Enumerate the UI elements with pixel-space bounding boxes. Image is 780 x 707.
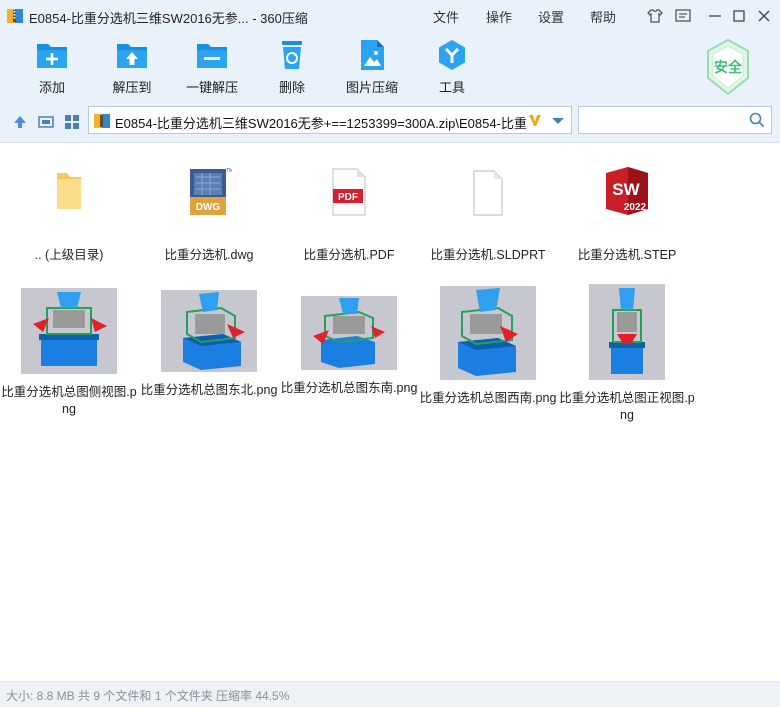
delete-icon — [282, 41, 302, 69]
image-thumbnail — [440, 286, 536, 380]
add-archive-icon — [37, 44, 67, 68]
search-input[interactable] — [583, 111, 745, 131]
image-compress-label: 图片压缩 — [345, 80, 398, 95]
file-item-sldprt[interactable]: 比重分选机.SLDPRT — [418, 165, 558, 264]
menu-file[interactable]: 文件 — [433, 7, 459, 26]
tools-icon — [439, 40, 465, 70]
machine-side-view-icon — [33, 292, 107, 366]
address-bar: E0854-比重分选机三维SW2016无参+==1253399=300A.zip… — [0, 100, 780, 143]
close-button[interactable] — [754, 6, 774, 26]
sw-icon-text: SW — [612, 180, 640, 199]
image-thumbnail — [301, 296, 397, 370]
toolbar: 添加 解压到 一键解压 删除 图片压缩 工具 安全 — [0, 32, 780, 100]
extract-to-icon — [117, 44, 147, 68]
verified-check-icon — [529, 115, 541, 126]
add-button[interactable]: 添加 — [12, 38, 92, 98]
security-badge[interactable]: 安全 — [704, 38, 752, 96]
menu-operation[interactable]: 操作 — [486, 7, 512, 26]
minimize-button[interactable] — [705, 6, 725, 26]
tshirt-icon — [647, 9, 663, 23]
path-field[interactable]: E0854-比重分选机三维SW2016无参+==1253399=300A.zip… — [88, 106, 572, 134]
solidworks-file-icon: SW 2022 — [606, 167, 648, 215]
file-name: 比重分选机.SLDPRT — [430, 248, 546, 262]
menu-settings[interactable]: 设置 — [538, 7, 564, 26]
file-item-parent[interactable]: .. (上级目录) — [0, 165, 139, 264]
path-text[interactable]: E0854-比重分选机三维SW2016无参+==1253399=300A.zip… — [115, 113, 527, 131]
folder-icon — [57, 173, 81, 209]
machine-southeast-icon — [313, 298, 385, 368]
search-icon[interactable] — [749, 112, 765, 128]
file-item-pdf[interactable]: PDF 比重分选机.PDF — [279, 165, 419, 264]
tools-label: 工具 — [438, 80, 465, 95]
file-name: 比重分选机总图东北.png — [140, 383, 278, 397]
file-item-png[interactable]: 比重分选机总图东北.png — [139, 290, 279, 399]
zip-icon — [94, 114, 110, 128]
up-arrow-icon[interactable] — [12, 114, 28, 130]
status-text: 大小: 8.8 MB 共 9 个文件和 1 个文件夹 压缩率 44.5% — [6, 689, 290, 703]
search-field[interactable] — [578, 106, 772, 134]
image-compress-icon — [361, 40, 384, 70]
maximize-button[interactable] — [729, 6, 749, 26]
sw-year-text: 2022 — [624, 202, 647, 213]
file-item-step[interactable]: SW 2022 比重分选机.STEP — [557, 165, 697, 264]
file-item-png[interactable]: 比重分选机总图西南.png — [418, 286, 558, 407]
image-thumbnail — [589, 284, 665, 380]
dwg-icon-text: DWG — [196, 202, 221, 213]
file-name: 比重分选机总图侧视图.png — [1, 385, 137, 416]
one-click-extract-icon — [197, 44, 227, 68]
file-item-png[interactable]: 比重分选机总图侧视图.png — [0, 288, 139, 418]
extract-to-button[interactable]: 解压到 — [92, 38, 172, 98]
feedback-button[interactable] — [673, 6, 693, 26]
one-click-extract-button[interactable]: 一键解压 — [172, 38, 252, 98]
file-name: 比重分选机.dwg — [164, 248, 254, 262]
pdf-icon-text: PDF — [338, 192, 358, 203]
one-click-extract-label: 一键解压 — [185, 80, 238, 95]
file-item-png[interactable]: 比重分选机总图正视图.png — [557, 284, 697, 424]
machine-front-view-icon — [609, 288, 645, 374]
title-bar: E0854-比重分选机三维SW2016无参... - 360压缩 文件 操作 设… — [0, 0, 780, 32]
window-title: E0854-比重分选机三维SW2016无参... - 360压缩 — [29, 11, 308, 26]
file-name: 比重分选机.STEP — [577, 248, 677, 262]
message-icon — [675, 9, 691, 22]
dwg-file-icon: DWG TM — [190, 168, 232, 215]
zip-app-icon — [7, 9, 23, 23]
extract-to-label: 解压到 — [112, 80, 152, 95]
delete-label: 删除 — [278, 80, 305, 95]
machine-southwest-icon — [458, 288, 518, 376]
menu-help[interactable]: 帮助 — [590, 7, 616, 26]
file-item-dwg[interactable]: DWG TM 比重分选机.dwg — [139, 165, 279, 264]
file-name: 比重分选机总图正视图.png — [559, 391, 695, 422]
maximize-icon — [733, 10, 745, 22]
image-compress-button[interactable]: 图片压缩 — [332, 38, 412, 98]
skin-button[interactable] — [645, 6, 665, 26]
file-name: 比重分选机总图东南.png — [280, 381, 418, 395]
tools-button[interactable]: 工具 — [412, 38, 492, 98]
security-badge-label: 安全 — [714, 59, 742, 75]
file-name: 比重分选机.PDF — [303, 248, 395, 262]
chevron-down-icon[interactable] — [551, 117, 565, 125]
minimize-icon — [709, 15, 721, 17]
file-item-png[interactable]: 比重分选机总图东南.png — [279, 296, 419, 397]
thumbnail-view-icon[interactable] — [38, 114, 54, 130]
file-name: 比重分选机总图西南.png — [419, 391, 557, 405]
pdf-file-icon: PDF — [332, 168, 366, 216]
add-label: 添加 — [38, 80, 65, 95]
file-list: .. (上级目录) DWG TM 比重分选机.dwg PDF 比重分选机.PDF… — [0, 143, 780, 681]
image-thumbnail — [161, 290, 257, 372]
svg-text:TM: TM — [226, 168, 232, 174]
image-thumbnail — [21, 288, 117, 374]
close-icon — [758, 10, 770, 22]
machine-northeast-icon — [183, 292, 245, 370]
status-bar: 大小: 8.8 MB 共 9 个文件和 1 个文件夹 压缩率 44.5% — [0, 681, 780, 707]
generic-file-icon — [473, 170, 503, 216]
grid-view-icon[interactable] — [64, 114, 80, 130]
delete-button[interactable]: 删除 — [252, 38, 332, 98]
file-name: .. (上级目录) — [34, 248, 104, 262]
